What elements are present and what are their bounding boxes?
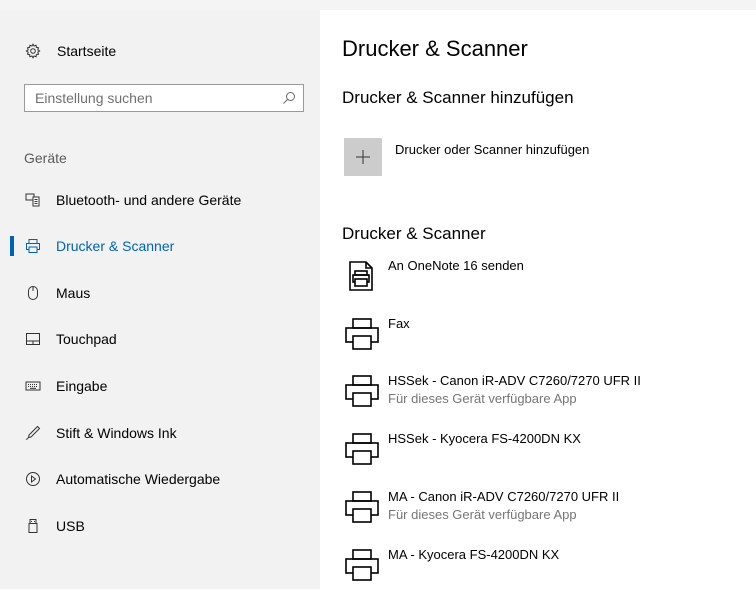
usb-icon <box>24 517 42 535</box>
plus-icon <box>356 150 370 164</box>
sidebar-item-usb[interactable]: USB <box>0 514 320 538</box>
printer-subtitle: Für dieses Gerät verfügbare App <box>388 391 577 406</box>
add-section-heading: Drucker & Scanner hinzufügen <box>342 88 574 107</box>
printer-item-onenote[interactable]: An OneNote 16 senden <box>344 258 754 302</box>
add-printer-label[interactable]: Drucker oder Scanner hinzufügen <box>395 142 589 157</box>
sidebar-item-mouse[interactable]: Maus <box>0 281 320 305</box>
selection-indicator <box>10 423 14 443</box>
autoplay-icon <box>24 470 42 488</box>
printer-name: HSSek - Canon iR-ADV C7260/7270 UFR II <box>388 373 641 388</box>
sidebar-item-autoplay[interactable]: Automatische Wiedergabe <box>0 467 320 491</box>
printer-item-fax[interactable]: Fax <box>344 316 754 360</box>
sidebar-item-label: Maus <box>56 285 91 301</box>
printer-name: HSSek - Kyocera FS-4200DN KX <box>388 431 581 446</box>
printer-item-ma-canon[interactable]: MA - Canon iR-ADV C7260/7270 UFR II Für … <box>344 489 754 533</box>
printer-item-hssek-canon[interactable]: HSSek - Canon iR-ADV C7260/7270 UFR II F… <box>344 373 754 417</box>
window-top-strip <box>0 0 756 10</box>
selection-indicator <box>10 283 14 303</box>
selection-indicator <box>10 469 14 489</box>
sidebar-item-touchpad[interactable]: Touchpad <box>0 327 320 351</box>
printer-name: An OneNote 16 senden <box>388 258 524 273</box>
printer-icon <box>344 547 380 583</box>
printer-icon <box>344 431 380 467</box>
printer-item-ma-kyocera[interactable]: MA - Kyocera FS-4200DN KX <box>344 547 754 591</box>
sidebar-item-label: Bluetooth- und andere Geräte <box>56 192 242 208</box>
sidebar-item-pen-ink[interactable]: Stift & Windows Ink <box>0 421 320 445</box>
home-label: Startseite <box>57 43 117 59</box>
printer-icon <box>24 237 42 255</box>
sidebar-item-label: USB <box>56 518 85 534</box>
selection-indicator <box>10 190 14 210</box>
add-printer-button[interactable] <box>344 138 382 176</box>
sidebar-item-bluetooth[interactable]: Bluetooth- und andere Geräte <box>0 188 320 212</box>
selection-indicator <box>10 516 14 536</box>
printer-icon <box>344 373 380 409</box>
printer-name: Fax <box>388 316 410 331</box>
printer-name: MA - Kyocera FS-4200DN KX <box>388 547 560 562</box>
onenote-printer-icon <box>344 258 380 294</box>
mouse-icon <box>24 284 42 302</box>
selection-indicator <box>10 376 14 396</box>
sidebar-item-label: Drucker & Scanner <box>56 238 175 254</box>
page-title: Drucker & Scanner <box>342 36 528 61</box>
section-label-devices: Geräte <box>24 150 67 166</box>
sidebar-item-input[interactable]: Eingabe <box>0 374 320 398</box>
printer-icon <box>344 489 380 525</box>
printer-item-hssek-kyocera[interactable]: HSSek - Kyocera FS-4200DN KX <box>344 431 754 475</box>
sidebar-item-label: Stift & Windows Ink <box>56 425 177 441</box>
sidebar-item-label: Eingabe <box>56 378 108 394</box>
printers-list-heading: Drucker & Scanner <box>342 224 486 243</box>
settings-search-box[interactable] <box>24 84 304 112</box>
touchpad-icon <box>24 330 42 348</box>
printer-subtitle: Für dieses Gerät verfügbare App <box>388 507 577 522</box>
selection-indicator <box>10 236 14 256</box>
search-input[interactable] <box>25 90 275 106</box>
sidebar-item-label: Touchpad <box>56 331 117 347</box>
home-link[interactable]: Startseite <box>24 40 116 62</box>
printer-icon <box>344 316 380 352</box>
search-icon[interactable] <box>275 91 303 105</box>
bluetooth-devices-icon <box>24 191 42 209</box>
keyboard-icon <box>24 377 42 395</box>
selection-indicator <box>10 329 14 349</box>
gear-icon <box>24 42 42 60</box>
sidebar-item-label: Automatische Wiedergabe <box>56 471 221 487</box>
sidebar-item-printers-scanners[interactable]: Drucker & Scanner <box>0 234 320 258</box>
pen-icon <box>24 424 42 442</box>
printer-name: MA - Canon iR-ADV C7260/7270 UFR II <box>388 489 620 504</box>
